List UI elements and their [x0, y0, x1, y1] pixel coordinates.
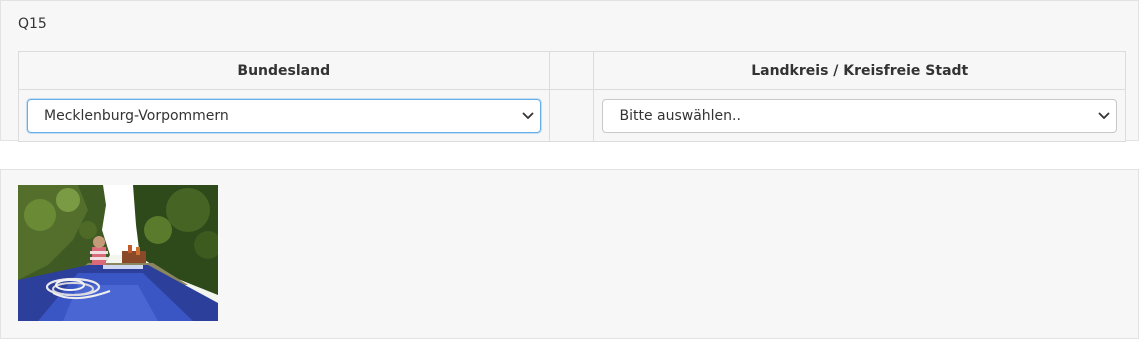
landkreis-select-value: Bitte auswählen.. [619, 107, 741, 124]
chevron-down-icon [1098, 100, 1110, 132]
table-header-row: Bundesland Landkreis / Kreisfreie Stadt [18, 51, 1126, 90]
spacer-cell [548, 89, 595, 142]
question-label: Q15 [18, 16, 47, 32]
header-landkreis: Landkreis / Kreisfreie Stadt [593, 51, 1126, 90]
bundesland-select[interactable]: Mecklenburg-Vorpommern [27, 98, 541, 133]
table-row: Mecklenburg-Vorpommern Bitte auswählen.. [18, 89, 1126, 142]
media-panel [0, 169, 1139, 339]
header-bundesland: Bundesland [18, 51, 550, 90]
bundesland-cell: Mecklenburg-Vorpommern [18, 89, 550, 142]
landkreis-select[interactable]: Bitte auswählen.. [602, 98, 1117, 133]
location-table: Bundesland Landkreis / Kreisfreie Stadt … [18, 51, 1126, 142]
landkreis-cell: Bitte auswählen.. [593, 89, 1126, 142]
bundesland-select-value: Mecklenburg-Vorpommern [44, 107, 229, 124]
narrowboat-photo [18, 185, 218, 321]
chevron-down-icon [522, 100, 534, 132]
header-spacer [548, 51, 595, 90]
question-panel: Q15 Bundesland Landkreis / Kreisfreie St… [0, 0, 1139, 142]
